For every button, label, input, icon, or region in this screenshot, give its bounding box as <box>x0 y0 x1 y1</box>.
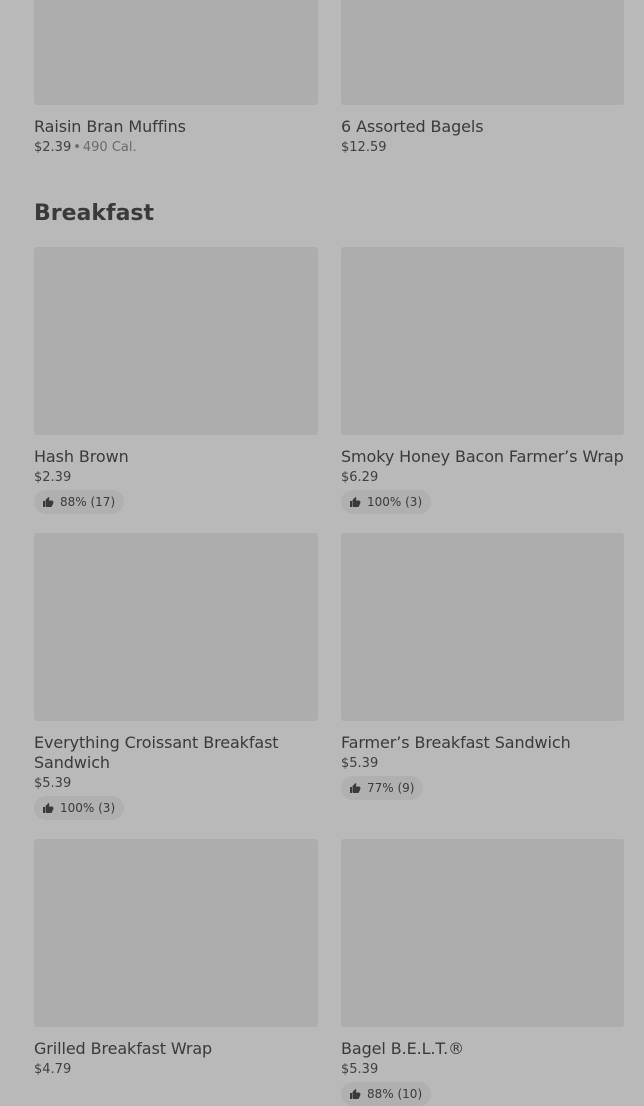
item-price: $2.39 <box>34 140 72 155</box>
item-calories: 490 Cal. <box>82 140 137 155</box>
item-meta: $12.59 <box>341 140 624 156</box>
item-meta: $6.29 <box>341 470 624 486</box>
item-meta: $5.39 <box>34 776 318 792</box>
thumbs-up-icon <box>350 1089 361 1099</box>
item-name: Hash Brown <box>34 447 129 466</box>
item-price: $5.39 <box>341 1062 379 1077</box>
item-price: $12.59 <box>341 140 387 155</box>
menu-item-card[interactable]: Grilled Breakfast Wrap $4.79 <box>34 839 318 1078</box>
item-name: Grilled Breakfast Wrap <box>34 1039 213 1058</box>
rating-badge: 100% (3) <box>341 490 432 514</box>
item-image[interactable] <box>341 533 624 721</box>
rating-badge: 77% (9) <box>341 776 424 800</box>
item-price: $4.79 <box>34 1062 72 1077</box>
menu-item-card[interactable]: Hash Brown $2.39 88% (17) <box>34 247 318 514</box>
item-image[interactable] <box>34 0 318 105</box>
thumbs-up-icon <box>350 783 361 793</box>
item-price: $5.39 <box>341 756 379 771</box>
rating-text: 88% (17) <box>60 495 116 509</box>
item-meta: $4.79 <box>34 1062 318 1078</box>
menu-item-card[interactable]: 6 Assorted Bagels $12.59 <box>341 0 624 156</box>
thumbs-up-icon <box>43 803 54 813</box>
menu-item-card[interactable]: Farmer’s Breakfast Sandwich $5.39 77% (9… <box>341 533 624 800</box>
item-price: $2.39 <box>34 470 72 485</box>
menu-item-card[interactable]: Raisin Bran Muffins $2.39 • 490 Cal. <box>34 0 318 156</box>
item-meta: $5.39 <box>341 756 624 772</box>
item-name: 6 Assorted Bagels <box>341 117 484 136</box>
menu-item-card[interactable]: Bagel B.E.L.T.® $5.39 88% (10) <box>341 839 624 1106</box>
menu-item-card[interactable]: Smoky Honey Bacon Farmer’s Wrap $6.29 10… <box>341 247 624 514</box>
rating-text: 100% (3) <box>60 801 116 815</box>
thumbs-up-icon <box>43 497 54 507</box>
item-image[interactable] <box>341 247 624 435</box>
item-name: Bagel B.E.L.T.® <box>341 1039 465 1058</box>
item-meta: $2.39 • 490 Cal. <box>34 140 318 156</box>
section-title: Breakfast <box>34 201 155 226</box>
rating-text: 88% (10) <box>367 1087 423 1101</box>
rating-text: 77% (9) <box>367 781 415 795</box>
item-image[interactable] <box>34 839 318 1027</box>
menu-item-card[interactable]: Everything Croissant Breakfast Sandwich … <box>34 533 318 820</box>
item-meta: $2.39 <box>34 470 318 486</box>
separator-dot: • <box>73 140 81 155</box>
rating-badge: 88% (17) <box>34 490 125 514</box>
item-name: Everything Croissant Breakfast Sandwich <box>34 733 279 772</box>
item-price: $5.39 <box>34 776 72 791</box>
item-name: Raisin Bran Muffins <box>34 117 186 136</box>
item-meta: $5.39 <box>341 1062 624 1078</box>
thumbs-up-icon <box>350 497 361 507</box>
rating-text: 100% (3) <box>367 495 423 509</box>
rating-badge: 100% (3) <box>34 796 125 820</box>
item-price: $6.29 <box>341 470 379 485</box>
item-name: Farmer’s Breakfast Sandwich <box>341 733 571 752</box>
item-image[interactable] <box>34 533 318 721</box>
item-name: Smoky Honey Bacon Farmer’s Wrap <box>341 447 624 466</box>
item-image[interactable] <box>341 0 624 105</box>
item-image[interactable] <box>341 839 624 1027</box>
item-image[interactable] <box>34 247 318 435</box>
